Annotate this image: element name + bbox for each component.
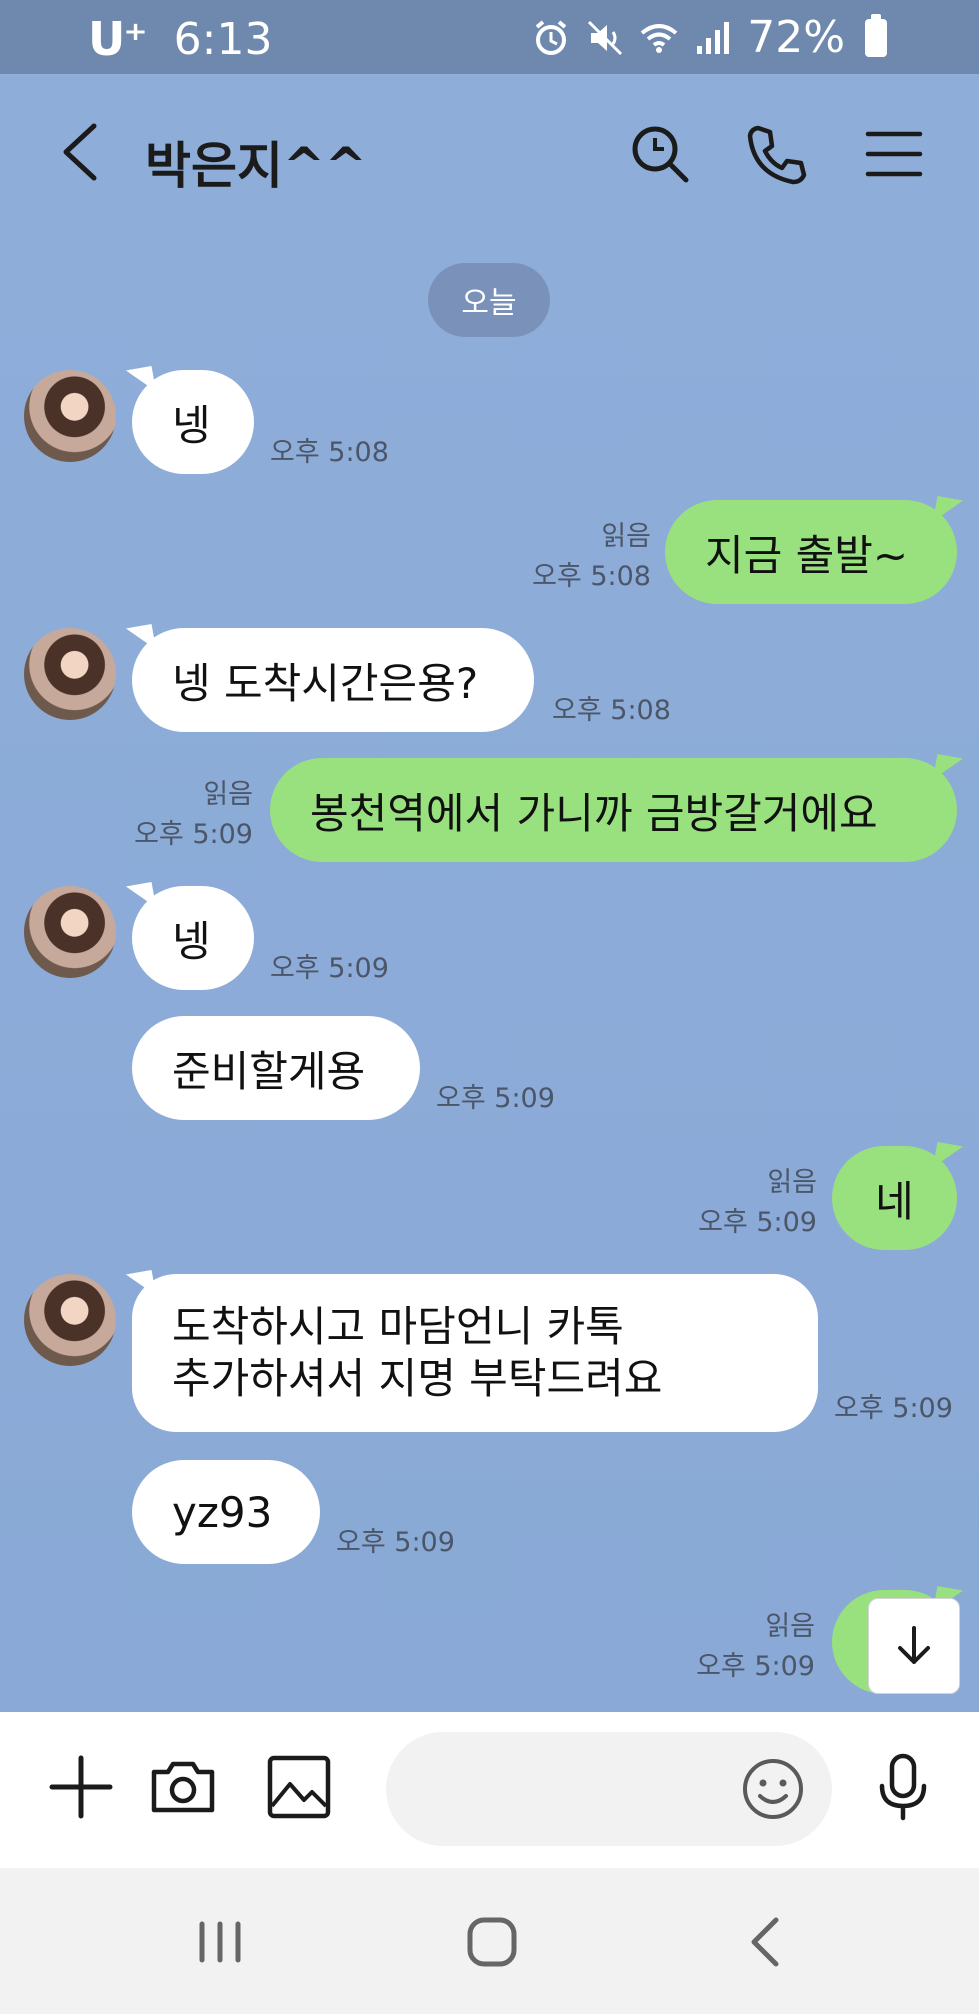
status-bar: U⁺ 6:13 72% [0, 0, 979, 74]
image-icon[interactable] [264, 1752, 334, 1822]
back-icon[interactable] [56, 120, 106, 184]
mute-icon [588, 20, 623, 55]
phone-icon[interactable] [744, 122, 808, 186]
avatar[interactable] [24, 886, 116, 978]
carrier-label: U⁺ [88, 12, 148, 66]
message-time: 오후 5:08 [532, 561, 651, 592]
incoming-message[interactable]: 넹 [132, 886, 254, 990]
read-receipt: 읽음 [765, 1611, 815, 1642]
alarm-icon [535, 19, 567, 55]
search-icon[interactable] [628, 122, 692, 186]
incoming-message[interactable]: 도착하시고 마담언니 카톡 추가하셔서 지명 부탁드려요 [132, 1274, 818, 1432]
camera-icon[interactable] [148, 1752, 218, 1822]
clock: 6:13 [173, 13, 273, 65]
incoming-message[interactable]: 준비할게용 [132, 1016, 420, 1120]
menu-icon[interactable] [862, 122, 926, 186]
message-time: 오후 5:09 [134, 819, 253, 850]
system-navigation-bar [0, 1868, 979, 2014]
home-icon[interactable] [462, 1912, 522, 1972]
back-nav-icon[interactable] [736, 1912, 796, 1972]
chat-header: 박은지^^ [0, 74, 979, 238]
incoming-message[interactable]: yz93 [132, 1460, 320, 1564]
read-receipt: 읽음 [767, 1167, 817, 1198]
message-time: 오후 5:09 [336, 1527, 455, 1558]
signal-icon [697, 21, 730, 54]
message-time: 오후 5:08 [552, 695, 671, 726]
message-input-bar [0, 1712, 979, 1868]
message-time: 오후 5:09 [270, 953, 389, 984]
message-time: 오후 5:09 [834, 1393, 953, 1424]
message-time: 오후 5:09 [698, 1207, 817, 1238]
mic-icon[interactable] [868, 1752, 938, 1822]
outgoing-message[interactable]: 봉천역에서 가니까 금방갈거에요 [270, 758, 957, 862]
outgoing-message[interactable]: 지금 출발~ [665, 500, 957, 604]
date-divider: 오늘 [428, 263, 550, 337]
recents-icon[interactable] [190, 1912, 250, 1972]
battery-icon [865, 13, 887, 57]
arrow-down-icon [898, 1626, 930, 1664]
battery-percent: 72% [747, 12, 845, 63]
chat-area[interactable]: 오늘 넹 오후 5:08 읽음 오후 5:08 지금 출발~ 넹 도착시간은용?… [0, 238, 979, 1712]
scroll-to-bottom-button[interactable] [868, 1598, 960, 1694]
outgoing-message[interactable]: 네 [832, 1146, 957, 1250]
read-receipt: 읽음 [203, 779, 253, 810]
message-time: 오후 5:09 [436, 1083, 555, 1114]
emoji-icon[interactable] [740, 1756, 806, 1822]
chat-title: 박은지^^ [145, 137, 367, 195]
message-time: 오후 5:08 [270, 437, 389, 468]
message-time: 오후 5:09 [696, 1651, 815, 1682]
incoming-message[interactable]: 넹 도착시간은용? [132, 628, 534, 732]
read-receipt: 읽음 [601, 521, 651, 552]
wifi-icon [640, 23, 678, 53]
avatar[interactable] [24, 370, 116, 462]
plus-icon[interactable] [46, 1752, 116, 1822]
incoming-message[interactable]: 넹 [132, 370, 254, 474]
avatar[interactable] [24, 1274, 116, 1366]
avatar[interactable] [24, 628, 116, 720]
